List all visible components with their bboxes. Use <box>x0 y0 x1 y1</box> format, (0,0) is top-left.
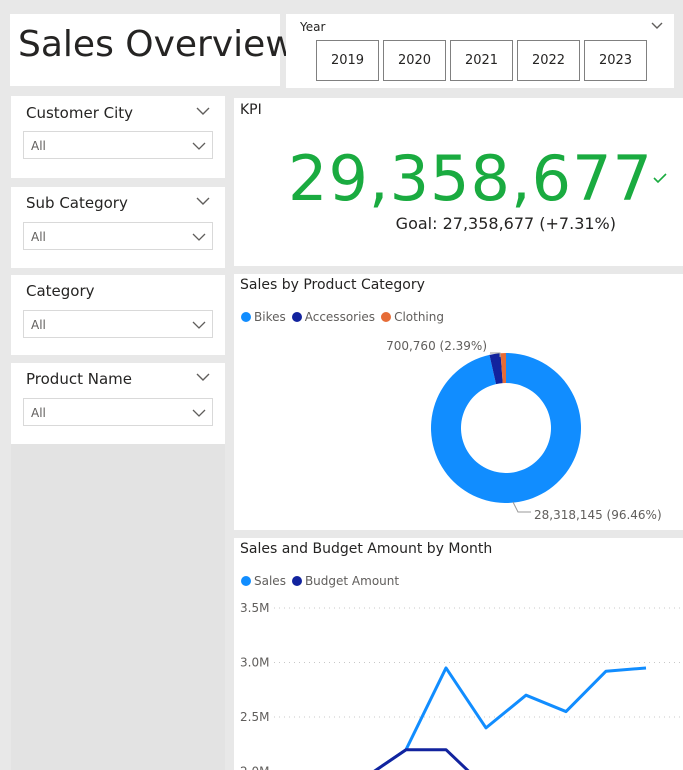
kpi-card[interactable]: KPI 29,358,677 Goal: 27,358,677 (+7.31%) <box>234 98 683 266</box>
dropdown-value: All <box>31 318 46 332</box>
sales-budget-line-chart[interactable]: Sales and Budget Amount by Month Sales B… <box>234 538 683 770</box>
line-plot: 3.5M 3.0M 2.5M 2.0M <box>240 601 683 770</box>
y-tick-label: 2.5M <box>240 710 269 724</box>
y-tick-label: 3.0M <box>240 656 269 670</box>
dropdown-value: All <box>31 406 46 420</box>
year-button-2021[interactable]: 2021 <box>450 40 513 81</box>
slicer-title: Customer City <box>26 104 134 122</box>
year-button-2020[interactable]: 2020 <box>383 40 446 81</box>
chevron-down-icon <box>192 409 206 417</box>
customer-city-dropdown[interactable]: All <box>23 131 213 159</box>
chevron-down-icon <box>192 233 206 241</box>
year-slicer: Year 2019 2020 2021 2022 2023 <box>286 14 674 88</box>
kpi-title: KPI <box>240 102 262 118</box>
slicer-title: Sub Category <box>26 194 128 212</box>
page-title: Sales Overview <box>18 24 295 65</box>
leader-line-large <box>512 501 531 513</box>
empty-panel <box>11 444 225 770</box>
chevron-down-icon[interactable] <box>195 105 211 117</box>
kpi-value: 29,358,677 <box>288 142 653 215</box>
category-slicer: Category All <box>11 275 225 355</box>
chevron-down-icon <box>192 142 206 150</box>
chevron-down-icon[interactable] <box>195 195 211 207</box>
sales-by-category-chart[interactable]: Sales by Product Category Bikes Accessor… <box>234 274 683 530</box>
year-slicer-label: Year <box>300 20 326 34</box>
data-label-small: 700,760 (2.39%) <box>386 339 487 353</box>
product-name-slicer: Product Name All <box>11 363 225 444</box>
year-button-2022[interactable]: 2022 <box>517 40 580 81</box>
customer-city-slicer: Customer City All <box>11 96 225 178</box>
y-tick-label: 3.5M <box>240 601 269 615</box>
series-line-sales[interactable] <box>366 666 647 770</box>
year-button-2023[interactable]: 2023 <box>584 40 647 81</box>
checkmark-icon <box>653 173 667 184</box>
sub-category-slicer: Sub Category All <box>11 187 225 268</box>
dropdown-value: All <box>31 139 46 153</box>
y-tick-label: 2.0M <box>240 765 269 770</box>
category-dropdown[interactable]: All <box>23 310 213 338</box>
slicer-title: Category <box>26 282 95 300</box>
dropdown-value: All <box>31 230 46 244</box>
chevron-down-icon[interactable] <box>650 18 664 32</box>
year-button-2019[interactable]: 2019 <box>316 40 379 81</box>
chevron-down-icon <box>192 321 206 329</box>
chevron-down-icon[interactable] <box>195 371 211 383</box>
product-name-dropdown[interactable]: All <box>23 398 213 426</box>
series-line-budget-amount[interactable] <box>366 748 486 770</box>
slicer-title: Product Name <box>26 370 132 388</box>
title-card: Sales Overview <box>10 14 295 86</box>
data-label-large: 28,318,145 (96.46%) <box>534 508 662 522</box>
donut-plot: 700,760 (2.39%) 28,318,145 (96.46%) <box>386 339 662 522</box>
kpi-goal: Goal: 27,358,677 (+7.31%) <box>395 214 616 233</box>
sub-category-dropdown[interactable]: All <box>23 222 213 250</box>
